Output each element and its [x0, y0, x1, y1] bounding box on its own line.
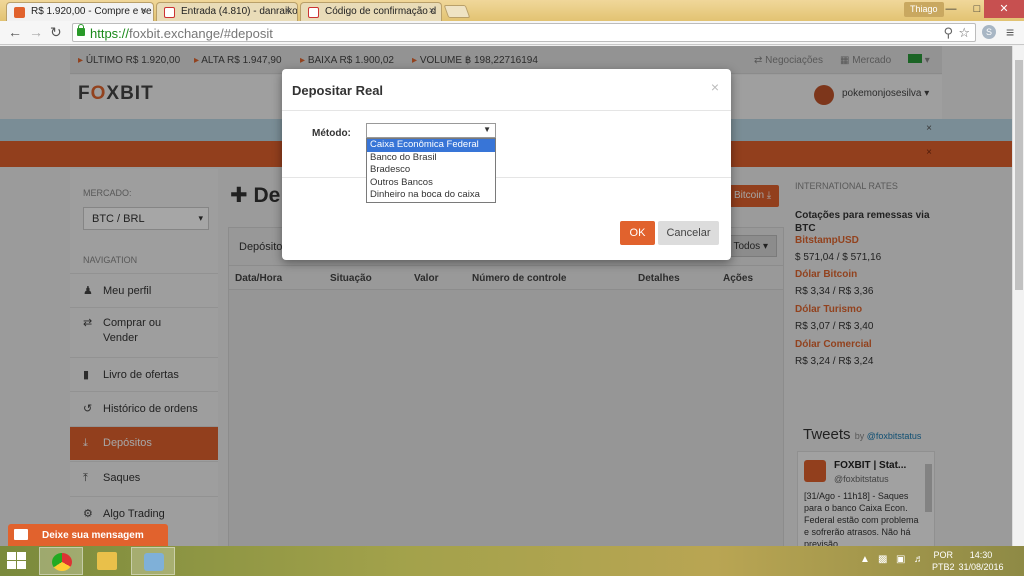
- gmail-icon: [164, 7, 175, 18]
- chevron-down-icon: ▼: [483, 125, 491, 134]
- bookmark-star-icon[interactable]: ☆: [958, 25, 970, 41]
- scrollbar-thumb[interactable]: [1015, 60, 1023, 290]
- tray-volume-icon[interactable]: ♬: [914, 554, 924, 565]
- url-text: https://foxbit.exchange/#deposit: [90, 26, 273, 41]
- divider: [282, 177, 731, 178]
- taskbar-paint[interactable]: [131, 547, 175, 575]
- taskbar-explorer[interactable]: [85, 547, 129, 575]
- close-tab-icon[interactable]: ×: [429, 5, 435, 17]
- method-dropdown-list: Caixa Econômica Federal Banco do Brasil …: [366, 138, 496, 203]
- taskbar-chrome[interactable]: [39, 547, 83, 575]
- minimize-icon[interactable]: —: [938, 0, 964, 18]
- reload-icon[interactable]: ↻: [50, 24, 62, 41]
- gmail-icon: [308, 7, 319, 18]
- chrome-menu-icon[interactable]: ≡: [1006, 24, 1014, 40]
- method-select[interactable]: ▼: [366, 123, 496, 138]
- method-label: Método:: [312, 128, 351, 139]
- method-option[interactable]: Banco do Brasil: [367, 152, 495, 165]
- method-option[interactable]: Dinheiro na boca do caixa: [367, 189, 495, 202]
- tab-foxbit[interactable]: R$ 1.920,00 - Compre e ve ×: [6, 2, 154, 21]
- lock-icon: [77, 24, 85, 36]
- divider: [282, 110, 731, 111]
- foxbit-favicon-icon: [14, 7, 25, 18]
- close-tab-icon[interactable]: ×: [141, 5, 147, 17]
- tab-gmail-code[interactable]: Código de confirmação d ×: [300, 2, 442, 21]
- cancel-button[interactable]: Cancelar: [658, 221, 719, 245]
- tab-gmail-inbox[interactable]: Entrada (4.810) - danraiko ×: [156, 2, 298, 21]
- ok-button[interactable]: OK: [620, 221, 655, 245]
- close-tab-icon[interactable]: ×: [285, 5, 291, 17]
- method-option[interactable]: Caixa Econômica Federal: [367, 139, 495, 152]
- browser-tab-bar: R$ 1.920,00 - Compre e ve × Entrada (4.8…: [0, 0, 1024, 21]
- forward-arrow-icon[interactable]: →: [29, 24, 43, 40]
- tray-arrow-icon[interactable]: ▲: [860, 554, 870, 565]
- close-icon[interactable]: ×: [711, 79, 719, 95]
- envelope-icon: [14, 529, 28, 540]
- deposit-modal: Depositar Real × Método: ▼ Caixa Econômi…: [282, 69, 731, 260]
- tray-network-icon[interactable]: ▩: [878, 554, 887, 565]
- chat-widget-button[interactable]: Deixe sua mensagem: [8, 524, 168, 546]
- window-close-icon[interactable]: ✕: [984, 0, 1024, 18]
- address-toolbar: ← → ↻ https://foxbit.exchange/#deposit ⚲…: [0, 21, 1024, 45]
- paint-icon: [144, 553, 164, 571]
- new-tab-button[interactable]: [443, 5, 471, 18]
- url-bar[interactable]: https://foxbit.exchange/#deposit ⚲ ☆: [72, 23, 976, 42]
- windows-start-icon[interactable]: [7, 552, 27, 570]
- page-scrollbar[interactable]: [1012, 46, 1024, 546]
- windows-taskbar: ▲ ▩ ▣ ♬ POR PTB2 14:30 31/08/2016: [0, 546, 1024, 576]
- taskbar-clock[interactable]: 14:30 31/08/2016: [946, 549, 1016, 573]
- method-option[interactable]: Outros Bancos: [367, 177, 495, 190]
- extension-skype-icon[interactable]: S: [982, 25, 996, 39]
- back-arrow-icon[interactable]: ←: [8, 24, 22, 40]
- chrome-icon: [52, 553, 72, 571]
- key-icon[interactable]: ⚲: [943, 25, 953, 41]
- tray-display-icon[interactable]: ▣: [896, 554, 905, 565]
- folder-icon: [97, 552, 117, 570]
- modal-title: Depositar Real: [292, 83, 384, 98]
- method-option[interactable]: Bradesco: [367, 164, 495, 177]
